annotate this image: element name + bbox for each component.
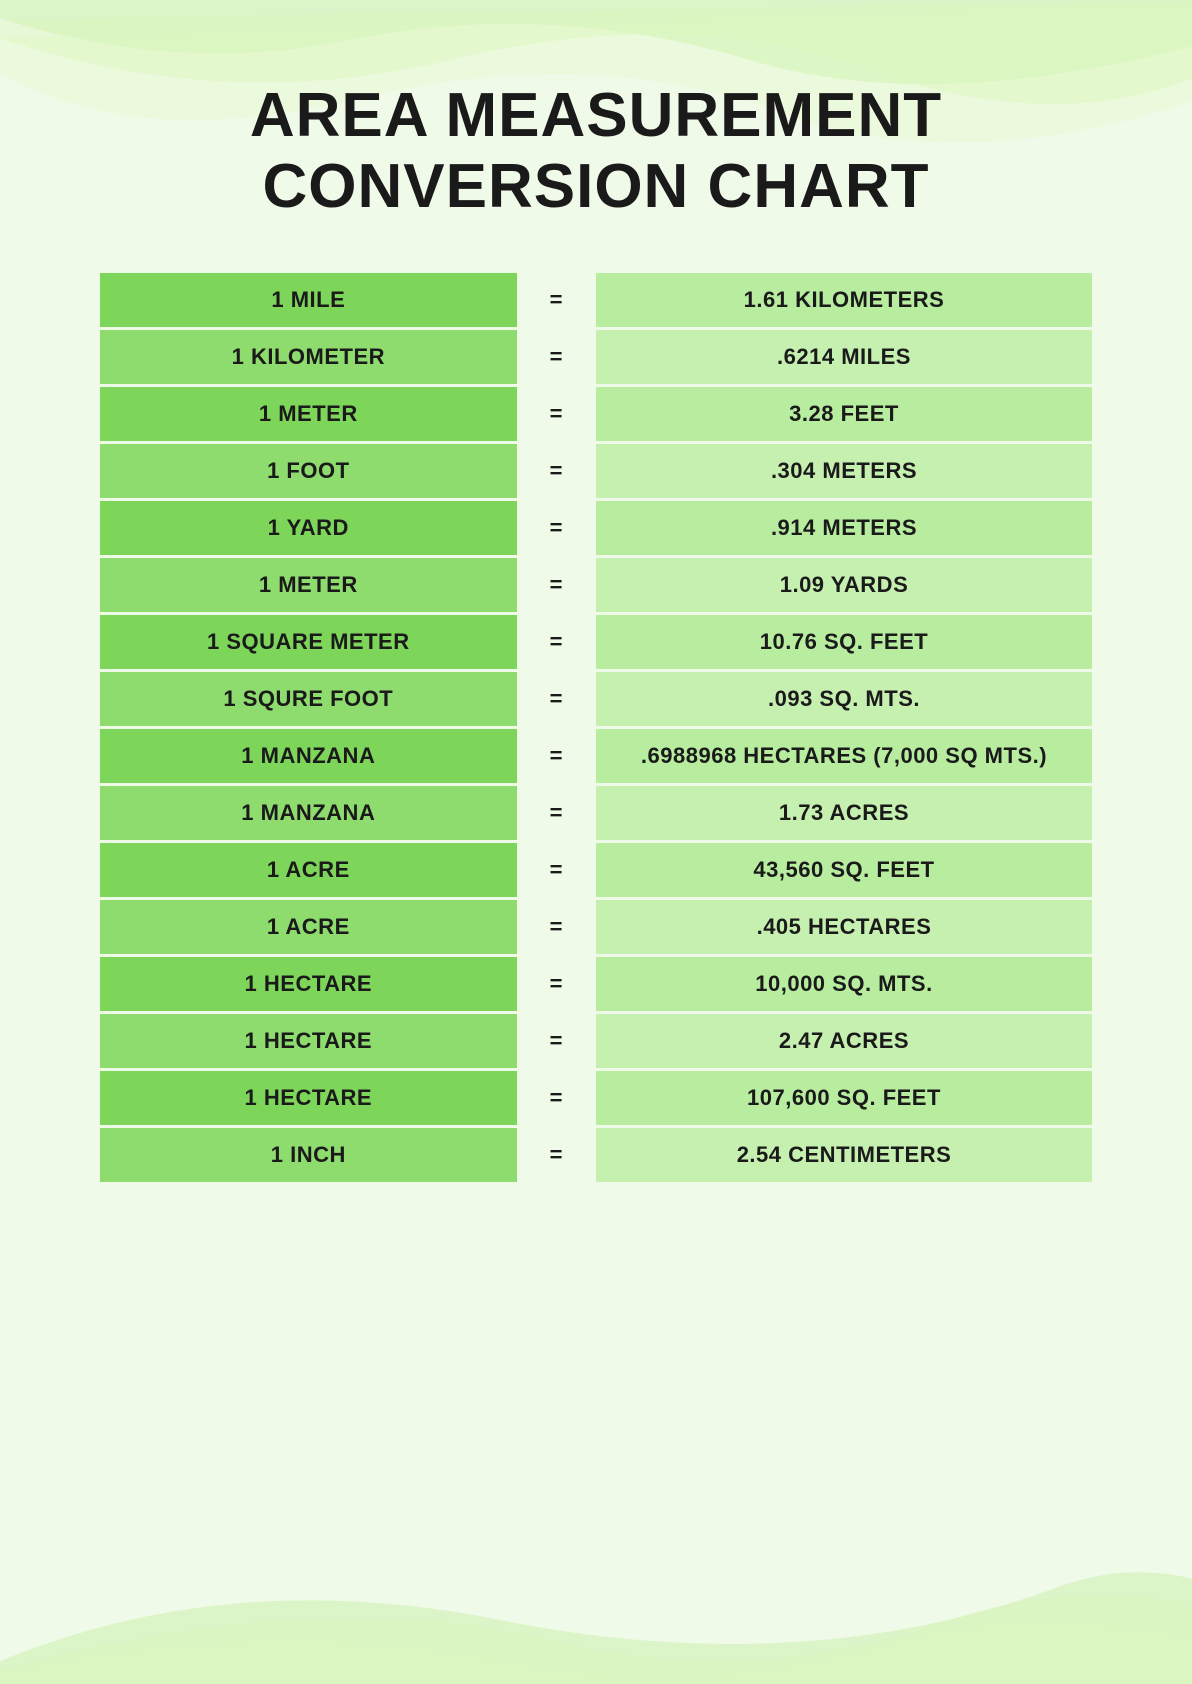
left-unit: 1 ACRE <box>100 841 517 898</box>
right-value: .405 HECTARES <box>596 898 1092 955</box>
table-row: 1 SQURE FOOT=.093 SQ. MTS. <box>100 670 1092 727</box>
left-unit: 1 HECTARE <box>100 1012 517 1069</box>
equals-sign: = <box>517 670 596 727</box>
left-unit: 1 HECTARE <box>100 955 517 1012</box>
right-value: 107,600 SQ. FEET <box>596 1069 1092 1126</box>
table-row: 1 SQUARE METER=10.76 SQ. FEET <box>100 613 1092 670</box>
equals-sign: = <box>517 841 596 898</box>
equals-sign: = <box>517 1012 596 1069</box>
equals-sign: = <box>517 442 596 499</box>
right-value: 10,000 SQ. MTS. <box>596 955 1092 1012</box>
left-unit: 1 HECTARE <box>100 1069 517 1126</box>
equals-sign: = <box>517 385 596 442</box>
table-row: 1 ACRE=.405 HECTARES <box>100 898 1092 955</box>
page-title: AREA MEASUREMENT CONVERSION CHART <box>250 80 942 223</box>
equals-sign: = <box>517 727 596 784</box>
right-value: 2.47 ACRES <box>596 1012 1092 1069</box>
right-value: .6214 MILES <box>596 328 1092 385</box>
table-row: 1 HECTARE=2.47 ACRES <box>100 1012 1092 1069</box>
equals-sign: = <box>517 1126 596 1183</box>
left-unit: 1 FOOT <box>100 442 517 499</box>
left-unit: 1 INCH <box>100 1126 517 1183</box>
table-row: 1 INCH=2.54 CENTIMETERS <box>100 1126 1092 1183</box>
table-row: 1 MILE=1.61 KILOMETERS <box>100 273 1092 329</box>
table-row: 1 MANZANA=1.73 ACRES <box>100 784 1092 841</box>
right-value: 1.73 ACRES <box>596 784 1092 841</box>
table-row: 1 HECTARE=107,600 SQ. FEET <box>100 1069 1092 1126</box>
right-value: 1.61 KILOMETERS <box>596 273 1092 329</box>
left-unit: 1 MANZANA <box>100 727 517 784</box>
left-unit: 1 METER <box>100 385 517 442</box>
equals-sign: = <box>517 955 596 1012</box>
table-row: 1 ACRE=43,560 SQ. FEET <box>100 841 1092 898</box>
right-value: 43,560 SQ. FEET <box>596 841 1092 898</box>
left-unit: 1 SQUARE METER <box>100 613 517 670</box>
table-row: 1 FOOT=.304 METERS <box>100 442 1092 499</box>
equals-sign: = <box>517 784 596 841</box>
right-value: .914 METERS <box>596 499 1092 556</box>
right-value: .304 METERS <box>596 442 1092 499</box>
table-row: 1 MANZANA=.6988968 HECTARES (7,000 SQ MT… <box>100 727 1092 784</box>
conversion-table: 1 MILE=1.61 KILOMETERS1 KILOMETER=.6214 … <box>100 273 1092 1185</box>
table-row: 1 YARD=.914 METERS <box>100 499 1092 556</box>
right-value: 2.54 CENTIMETERS <box>596 1126 1092 1183</box>
right-value: .6988968 HECTARES (7,000 SQ MTS.) <box>596 727 1092 784</box>
table-row: 1 METER=1.09 YARDS <box>100 556 1092 613</box>
left-unit: 1 METER <box>100 556 517 613</box>
equals-sign: = <box>517 328 596 385</box>
right-value: 1.09 YARDS <box>596 556 1092 613</box>
equals-sign: = <box>517 499 596 556</box>
right-value: 10.76 SQ. FEET <box>596 613 1092 670</box>
equals-sign: = <box>517 898 596 955</box>
left-unit: 1 ACRE <box>100 898 517 955</box>
table-row: 1 HECTARE=10,000 SQ. MTS. <box>100 955 1092 1012</box>
equals-sign: = <box>517 273 596 329</box>
left-unit: 1 SQURE FOOT <box>100 670 517 727</box>
right-value: .093 SQ. MTS. <box>596 670 1092 727</box>
equals-sign: = <box>517 556 596 613</box>
left-unit: 1 KILOMETER <box>100 328 517 385</box>
equals-sign: = <box>517 1069 596 1126</box>
equals-sign: = <box>517 613 596 670</box>
left-unit: 1 MILE <box>100 273 517 329</box>
table-row: 1 KILOMETER=.6214 MILES <box>100 328 1092 385</box>
right-value: 3.28 FEET <box>596 385 1092 442</box>
left-unit: 1 YARD <box>100 499 517 556</box>
table-row: 1 METER=3.28 FEET <box>100 385 1092 442</box>
left-unit: 1 MANZANA <box>100 784 517 841</box>
